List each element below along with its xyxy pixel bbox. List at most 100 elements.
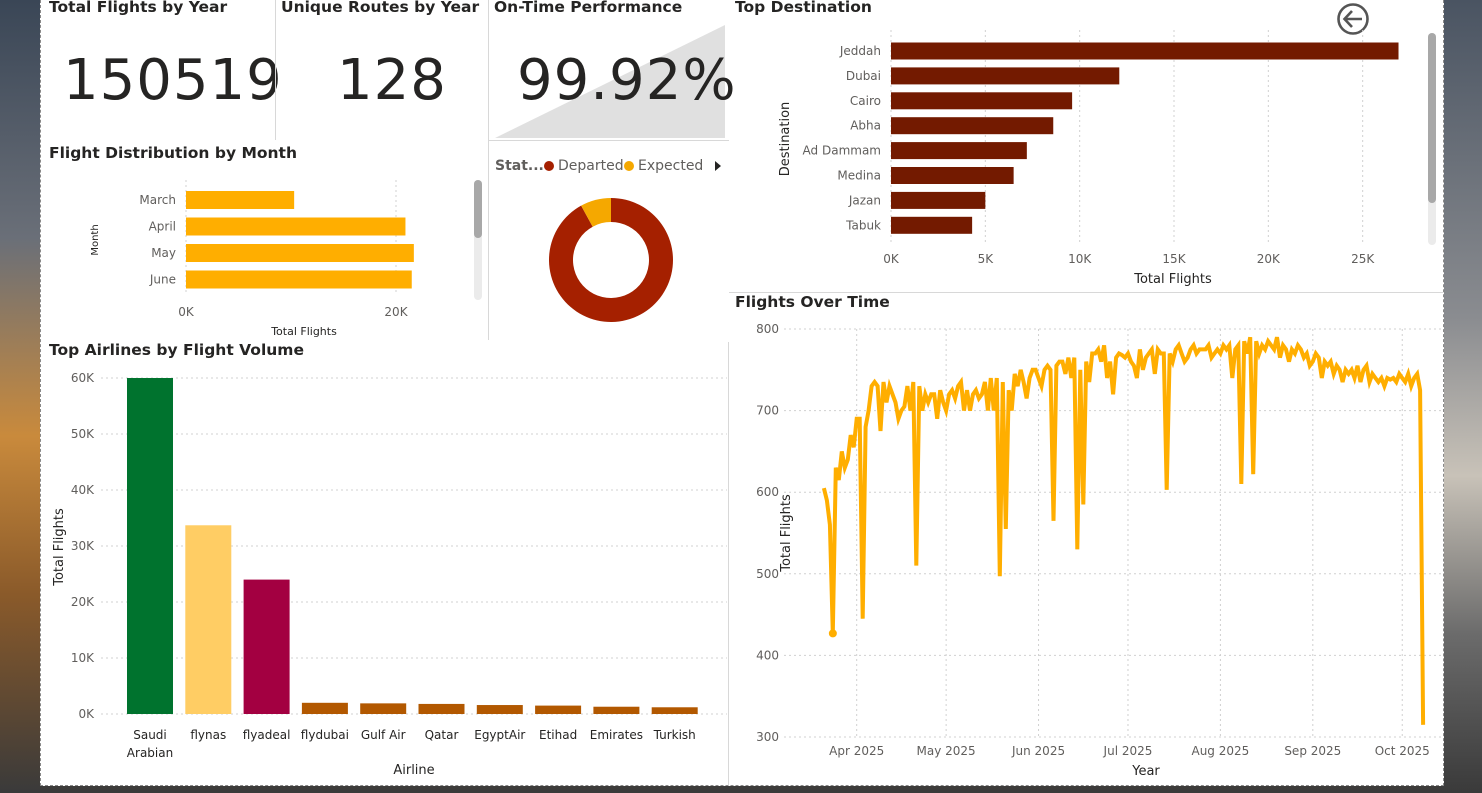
airline-y-tick-label: 50K	[71, 427, 95, 441]
destination-x-tick-label: 10K	[1068, 252, 1092, 266]
destination-y-tick-label: Cairo	[850, 94, 881, 108]
airline-bar	[593, 706, 640, 714]
destination-bar	[891, 67, 1120, 85]
month-chart-scroll-thumb[interactable]	[474, 180, 482, 238]
airline-bar	[651, 707, 698, 714]
month-bar	[186, 244, 414, 262]
time-x-axis-title: Year	[1131, 764, 1160, 779]
airline-x-tick-label: flydubai	[301, 728, 349, 742]
destination-x-tick-label: 15K	[1162, 252, 1186, 266]
month-bar	[186, 270, 412, 289]
time-x-tick-label: Aug 2025	[1191, 744, 1249, 758]
background-photo-edge	[1440, 0, 1482, 793]
destination-bar	[891, 117, 1054, 135]
month-y-tick-label: April	[149, 220, 176, 234]
destination-x-tick-label: 5K	[978, 252, 995, 266]
time-y-tick-label: 700	[756, 404, 779, 418]
destination-x-axis-title: Total Flights	[1133, 272, 1212, 287]
airline-y-tick-label: 40K	[71, 483, 95, 497]
airline-y-tick-label: 0K	[78, 707, 95, 721]
destination-y-tick-label: Medina	[837, 169, 881, 183]
month-y-tick-label: May	[151, 246, 176, 260]
month-y-axis-title: Month	[90, 224, 101, 255]
destination-y-axis-title: Destination	[778, 102, 793, 177]
destination-y-tick-label: Ad Dammam	[803, 144, 881, 158]
airline-y-tick-label: 20K	[71, 595, 95, 609]
legend-departed[interactable]: Departed	[544, 158, 624, 174]
kpi-on-time-title: On-Time Performance	[494, 0, 683, 16]
legend-next-icon[interactable]	[713, 159, 723, 173]
destination-chart-scroll-thumb[interactable]	[1428, 33, 1436, 203]
destination-bar	[891, 42, 1399, 60]
time-y-tick-label: 400	[756, 648, 779, 662]
airline-x-tick-label: Turkish	[653, 728, 696, 742]
time-min-marker	[828, 629, 837, 638]
airline-x-tick-label: Saudi Arabian	[127, 728, 173, 760]
airline-y-tick-label: 60K	[71, 371, 95, 385]
time-y-axis-title: Total Flights	[779, 494, 794, 573]
status-donut-chart	[549, 198, 673, 322]
divider	[489, 140, 729, 141]
month-x-tick-label: 20K	[384, 305, 408, 319]
airline-bar	[418, 703, 465, 714]
destination-bar	[891, 142, 1027, 160]
month-bar	[186, 191, 295, 209]
time-chart-title: Flights Over Time	[735, 293, 890, 311]
airline-y-tick-label: 10K	[71, 651, 95, 665]
kpi-total-flights-value: 150519	[63, 48, 283, 113]
destination-y-tick-label: Tabuk	[845, 218, 881, 232]
destination-x-tick-label: 0K	[883, 252, 900, 266]
destination-y-tick-label: Jeddah	[839, 44, 881, 58]
airline-bar	[301, 702, 348, 714]
time-x-tick-label: May 2025	[917, 744, 976, 758]
destination-bar	[891, 167, 1014, 184]
airline-y-axis-title: Total Flights	[52, 508, 67, 587]
airline-chart: 0K 10K 20K 30K 40K 50K 60K Saudi Arabian flynas fl…	[52, 371, 727, 778]
destination-y-tick-label: Jazan	[848, 193, 881, 207]
divider	[488, 0, 489, 340]
airline-x-tick-label: Emirates	[590, 728, 643, 742]
month-chart-title: Flight Distribution by Month	[49, 144, 297, 162]
time-y-tick-label: 300	[756, 730, 779, 744]
time-y-tick-label: 800	[756, 322, 779, 336]
time-x-tick-label: Apr 2025	[829, 744, 884, 758]
destination-x-tick-label: 20K	[1257, 252, 1281, 266]
time-y-tick-label: 600	[756, 485, 779, 499]
month-y-tick-label: June	[149, 273, 176, 287]
kpi-unique-routes-value: 128	[337, 48, 447, 113]
destination-x-tick-label: 25K	[1351, 252, 1375, 266]
legend-expected[interactable]: Expected	[624, 158, 703, 174]
airline-bar	[243, 579, 290, 714]
destination-bar	[891, 216, 973, 234]
month-bar	[186, 217, 406, 236]
month-x-tick-label: 0K	[178, 305, 195, 319]
time-x-tick-label: Sep 2025	[1284, 744, 1341, 758]
report-canvas: Total Flights by Year 150519 Unique Rout…	[40, 0, 1444, 786]
airline-x-tick-label: EgyptAir	[474, 728, 525, 742]
destination-y-tick-label: Dubai	[846, 69, 881, 83]
legend-departed-label: Departed	[558, 158, 624, 174]
time-x-tick-label: Jul 2025	[1103, 744, 1153, 758]
destination-bar	[891, 191, 986, 209]
legend-expected-label: Expected	[638, 158, 704, 174]
destination-bar	[891, 92, 1073, 110]
airline-bar	[185, 525, 232, 714]
time-x-tick-label: Jun 2025	[1011, 744, 1065, 758]
airline-bar	[127, 378, 173, 714]
kpi-total-flights-title: Total Flights by Year	[49, 0, 228, 16]
divider	[275, 0, 276, 140]
airline-x-tick-label: Etihad	[539, 728, 577, 742]
airline-bar	[476, 705, 523, 714]
airline-x-tick-label: Qatar	[425, 728, 459, 742]
airline-x-tick-label: flyadeal	[243, 728, 291, 742]
airline-bar	[360, 703, 407, 714]
time-x-tick-label: Oct 2025	[1375, 744, 1430, 758]
time-y-tick-label: 500	[756, 567, 779, 581]
departed-swatch	[544, 161, 554, 171]
time-chart: 300 400 500 600 700 800 Apr 2025 May 2025 Jun 20…	[756, 322, 1441, 779]
month-x-axis-title: Total Flights	[270, 325, 337, 338]
airline-x-tick-label: flynas	[190, 728, 226, 742]
kpi-on-time-value: 99.92%	[517, 48, 737, 113]
month-y-tick-label: March	[139, 193, 176, 207]
destination-chart-title: Top Destination	[735, 0, 872, 16]
